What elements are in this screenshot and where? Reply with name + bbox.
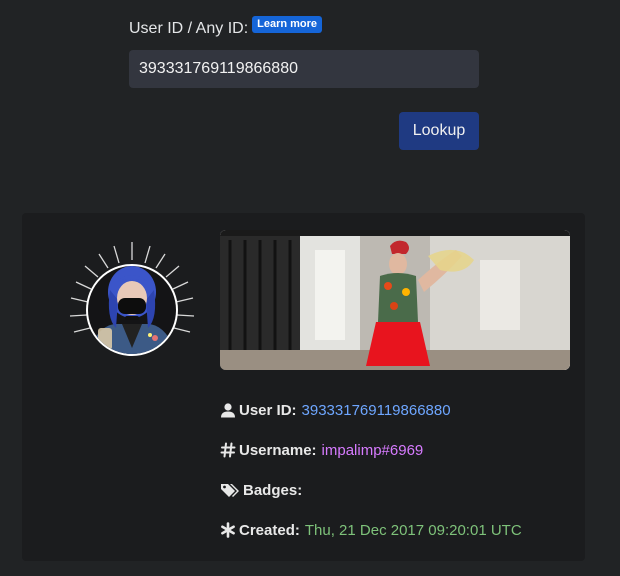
hash-icon xyxy=(220,442,236,458)
lookup-button[interactable]: Lookup xyxy=(399,112,479,150)
created-label: Created xyxy=(239,521,295,539)
username-label: Username xyxy=(239,441,312,459)
asterisk-icon xyxy=(220,522,236,538)
user-id-row: User ID: 393331769119866880 xyxy=(220,399,522,421)
username-value: impalimp#6969 xyxy=(321,441,424,459)
created-colon: : xyxy=(294,521,300,539)
user-id-label: User ID xyxy=(239,401,292,419)
created-row: Created: Thu, 21 Dec 2017 09:20:01 UTC xyxy=(220,519,522,541)
badges-label: Badges xyxy=(243,481,298,499)
id-label-row: User ID / Any ID: Learn more xyxy=(129,16,323,40)
profile-banner xyxy=(220,230,570,370)
user-id-colon: : xyxy=(291,401,297,419)
user-id-value: 393331769119866880 xyxy=(301,401,451,419)
profile-info: User ID: 393331769119866880 Username: im… xyxy=(220,399,522,559)
badges-row: Badges: xyxy=(220,479,522,501)
id-input[interactable] xyxy=(129,50,479,88)
created-value: Thu, 21 Dec 2017 09:20:01 UTC xyxy=(304,521,522,539)
username-row: Username: impalimp#6969 xyxy=(220,439,522,461)
avatar xyxy=(52,228,212,388)
profile-card: User ID: 393331769119866880 Username: im… xyxy=(22,213,585,561)
learn-more-link[interactable]: Learn more xyxy=(252,16,323,33)
id-field-label: User ID / Any ID: xyxy=(129,20,249,37)
tags-icon xyxy=(220,482,240,498)
username-colon: : xyxy=(311,441,317,459)
user-icon xyxy=(220,402,236,418)
badges-colon: : xyxy=(297,481,303,499)
